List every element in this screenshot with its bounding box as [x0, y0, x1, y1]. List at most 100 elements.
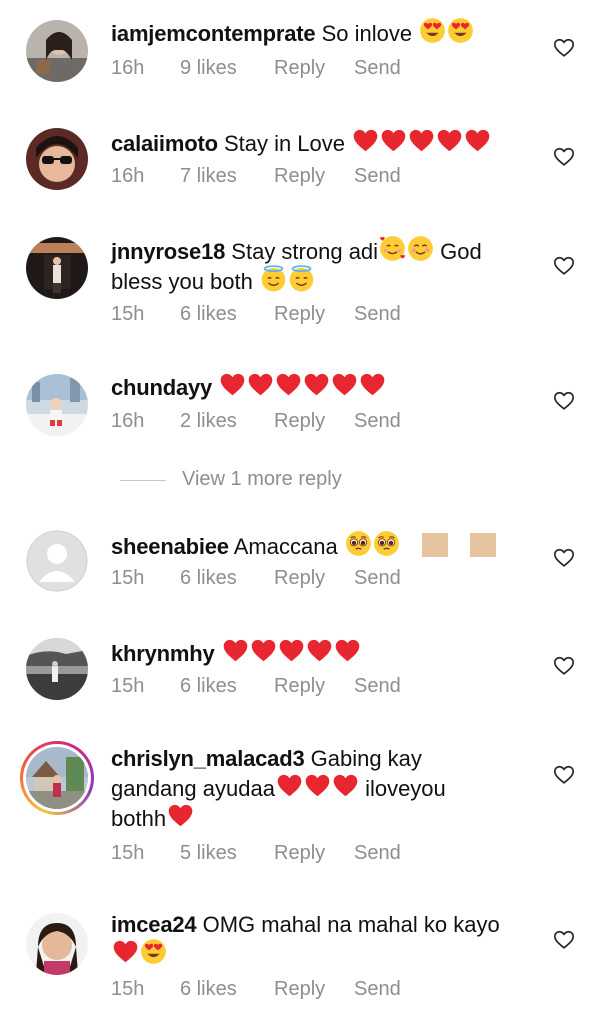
likes-count-link[interactable]: 9 likes — [180, 57, 237, 80]
comment-text: iamjemcontemprate So inlove — [111, 17, 531, 47]
avatar[interactable] — [26, 913, 88, 975]
reply-button[interactable]: Reply — [274, 410, 325, 433]
comment-time: 15h — [111, 675, 145, 697]
halo-emoji-icon — [260, 265, 287, 292]
avatar[interactable] — [26, 374, 88, 436]
red-heart-emoji-icon — [331, 371, 358, 398]
likes-count-link[interactable]: 6 likes — [180, 303, 237, 326]
emoji-group — [259, 269, 315, 294]
red-heart-emoji-icon — [276, 772, 303, 799]
smiling-blush-emoji-icon — [407, 235, 434, 262]
emoji-group — [111, 942, 167, 967]
red-heart-emoji-icon — [352, 127, 379, 154]
comment-username[interactable]: sheenabiee — [111, 534, 229, 559]
comment-message-cont: iloveyou — [365, 776, 446, 801]
heart-outline-icon[interactable] — [553, 764, 575, 786]
story-ring[interactable] — [20, 741, 94, 815]
heart-outline-icon[interactable] — [553, 655, 575, 677]
comment-message-cont: gandang ayudaa — [111, 776, 275, 801]
heart-outline-icon[interactable] — [553, 929, 575, 951]
reply-button[interactable]: Reply — [274, 57, 325, 80]
reply-button[interactable]: Reply — [274, 303, 325, 326]
likes-count-link[interactable]: 6 likes — [180, 978, 237, 1001]
comment-username[interactable]: chundayy — [111, 375, 212, 400]
comment-time: 15h — [111, 567, 145, 589]
emoji-group — [378, 239, 434, 264]
divider — [120, 480, 166, 481]
likes-count-link[interactable]: 7 likes — [180, 165, 237, 188]
unsupported-emoji-box-icon — [421, 533, 448, 557]
send-button[interactable]: Send — [354, 303, 401, 326]
send-button[interactable]: Send — [354, 165, 401, 188]
comment-message: OMG mahal na mahal ko kayo — [202, 912, 500, 937]
emoji-group — [275, 776, 359, 801]
send-button[interactable]: Send — [354, 978, 401, 1001]
emoji-group — [351, 131, 491, 156]
heart-eyes-emoji-icon — [140, 938, 167, 965]
red-heart-emoji-icon — [306, 637, 333, 664]
send-button[interactable]: Send — [354, 567, 401, 590]
reply-button[interactable]: Reply — [274, 567, 325, 590]
red-heart-emoji-icon — [436, 127, 463, 154]
heart-outline-icon[interactable] — [553, 146, 575, 168]
red-heart-emoji-icon — [222, 637, 249, 664]
heart-outline-icon[interactable] — [553, 255, 575, 277]
send-button[interactable]: Send — [354, 410, 401, 433]
avatar[interactable] — [26, 237, 88, 299]
comment-username[interactable]: calaiimoto — [111, 131, 218, 156]
emoji-group — [344, 534, 496, 559]
reply-button[interactable]: Reply — [274, 842, 325, 865]
red-heart-emoji-icon — [303, 371, 330, 398]
red-heart-emoji-icon — [408, 127, 435, 154]
smiling-face-with-hearts-emoji-icon — [379, 235, 406, 262]
comment-time: 16h — [111, 410, 145, 432]
red-heart-emoji-icon — [334, 637, 361, 664]
heart-outline-icon[interactable] — [553, 390, 575, 412]
reply-button[interactable]: Reply — [274, 675, 325, 698]
comment-message-cont: bothh — [111, 806, 167, 831]
likes-count-link[interactable]: 6 likes — [180, 567, 237, 590]
emoji-group — [218, 375, 386, 400]
avatar[interactable] — [26, 638, 88, 700]
likes-count-link[interactable]: 5 likes — [180, 842, 237, 865]
view-more-replies-label[interactable]: View 1 more reply — [182, 468, 342, 491]
comment-username[interactable]: chrislyn_malacad3 — [111, 746, 305, 771]
send-button[interactable]: Send — [354, 675, 401, 698]
comment-message: Gabing kay — [310, 746, 422, 771]
red-heart-emoji-icon — [247, 371, 274, 398]
likes-count-link[interactable]: 6 likes — [180, 675, 237, 698]
avatar[interactable] — [26, 20, 88, 82]
avatar[interactable] — [26, 530, 88, 592]
send-button[interactable]: Send — [354, 842, 401, 865]
reply-button[interactable]: Reply — [274, 165, 325, 188]
comment-username[interactable]: jnnyrose18 — [111, 239, 225, 264]
comment-time: 16h — [111, 57, 145, 79]
reply-button[interactable]: Reply — [274, 978, 325, 1001]
comment-username[interactable]: imcea24 — [111, 912, 197, 937]
view-more-replies[interactable]: View 1 more reply — [120, 468, 420, 496]
red-heart-emoji-icon — [219, 371, 246, 398]
comment-username[interactable]: iamjemcontemprate — [111, 21, 316, 46]
send-button[interactable]: Send — [354, 57, 401, 80]
avatar[interactable] — [26, 128, 88, 190]
red-heart-emoji-icon — [304, 772, 331, 799]
comment-message: So inlove — [321, 21, 413, 46]
unsupported-emoji-box-icon — [469, 533, 496, 557]
comment-text: imcea24 OMG mahal na mahal ko kayo — [111, 911, 531, 968]
heart-outline-icon[interactable] — [553, 547, 575, 569]
comment-text: jnnyrose18 Stay strong adi God bless you… — [111, 235, 531, 295]
comment-text: chrislyn_malacad3 Gabing kay gandang ayu… — [111, 745, 531, 832]
red-heart-emoji-icon — [250, 637, 277, 664]
heart-eyes-emoji-icon — [419, 17, 446, 44]
avatar[interactable] — [26, 747, 88, 809]
halo-emoji-icon — [288, 265, 315, 292]
likes-count-link[interactable]: 2 likes — [180, 410, 237, 433]
heart-outline-icon[interactable] — [553, 37, 575, 59]
comment-text: calaiimoto Stay in Love — [111, 127, 531, 157]
comment-time: 15h — [111, 303, 145, 325]
comment-message-cont: God — [440, 239, 482, 264]
emoji-group — [418, 21, 474, 46]
heart-eyes-emoji-icon — [447, 17, 474, 44]
comment-username[interactable]: khrynmhy — [111, 641, 215, 666]
comment-message-cont: bless you both — [111, 269, 253, 294]
